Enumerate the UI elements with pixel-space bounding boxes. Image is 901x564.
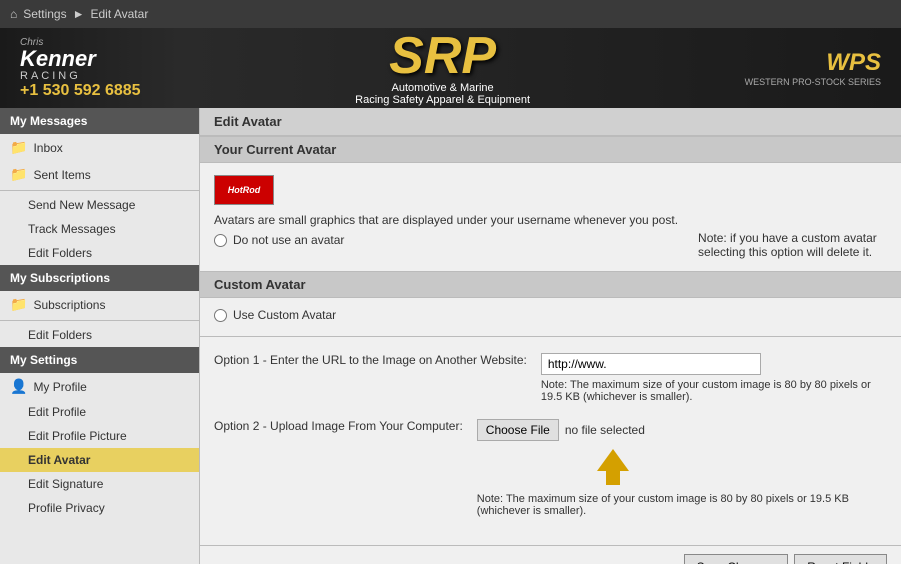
choose-file-button[interactable]: Choose File <box>477 419 559 441</box>
avatar-preview: HotRod <box>214 175 274 205</box>
banner-racing: RACING <box>20 70 81 82</box>
edit-profile-picture-label: Edit Profile Picture <box>28 429 127 443</box>
edit-avatar-crumb: Edit Avatar <box>91 7 149 21</box>
save-changes-button[interactable]: Save Changes <box>684 554 789 564</box>
wps-logo: WPS <box>826 49 881 77</box>
banner-logo-left: Chris Kenner RACING +1 530 592 6885 <box>20 37 141 100</box>
custom-avatar-body: Option 1 - Enter the URL to the Image on… <box>200 341 901 545</box>
arrow-stem <box>606 471 620 485</box>
my-settings-section: My Settings 👤 My Profile Edit Profile Ed… <box>0 347 199 520</box>
avatar-description: Avatars are small graphics that are disp… <box>214 213 678 227</box>
kenner-logo: Kenner <box>20 48 96 70</box>
srp-logo: SRP <box>355 30 530 82</box>
sidebar: My Messages 📁 Inbox 📁 Sent Items Send Ne… <box>0 108 200 564</box>
current-avatar-body: HotRod Avatars are small graphics that a… <box>200 163 901 271</box>
do-not-use-avatar-row: Do not use an avatar <box>214 233 678 247</box>
sidebar-item-inbox[interactable]: 📁 Inbox <box>0 134 199 161</box>
sidebar-item-sent[interactable]: 📁 Sent Items <box>0 161 199 188</box>
my-messages-section: My Messages 📁 Inbox 📁 Sent Items Send Ne… <box>0 108 199 265</box>
note-delete: Note: if you have a custom avatar select… <box>698 213 887 259</box>
tagline1: Automotive & Marine <box>355 82 530 94</box>
divider-hr <box>200 336 901 337</box>
arrow-indicator <box>477 441 887 489</box>
file-row: Choose File no file selected <box>477 419 887 441</box>
profile-person-icon: 👤 <box>10 378 27 395</box>
my-subscriptions-header: My Subscriptions <box>0 265 199 291</box>
my-subscriptions-section: My Subscriptions 📁 Subscriptions Edit Fo… <box>0 265 199 347</box>
home-icon[interactable]: ⌂ <box>10 7 17 21</box>
breadcrumb: ⌂ Settings ► Edit Avatar <box>10 7 148 21</box>
sidebar-item-edit-folders-subs[interactable]: Edit Folders <box>0 323 199 347</box>
sidebar-item-my-profile[interactable]: 👤 My Profile <box>0 373 199 400</box>
main-layout: My Messages 📁 Inbox 📁 Sent Items Send Ne… <box>0 108 901 564</box>
inbox-folder-icon: 📁 <box>10 139 27 156</box>
subscriptions-label: Subscriptions <box>33 298 105 312</box>
edit-signature-label: Edit Signature <box>28 477 103 491</box>
divider1 <box>0 190 199 191</box>
wps-sub: WESTERN PRO-STOCK SERIES <box>745 77 881 87</box>
top-bar: ⌂ Settings ► Edit Avatar <box>0 0 901 28</box>
sidebar-item-edit-profile-picture[interactable]: Edit Profile Picture <box>0 424 199 448</box>
sent-folder-icon: 📁 <box>10 166 27 183</box>
use-custom-avatar-radio[interactable] <box>214 309 227 322</box>
option2-control: Choose File no file selected Note: The m… <box>477 419 887 517</box>
edit-folders-msg-label: Edit Folders <box>28 246 92 260</box>
breadcrumb-sep: ► <box>73 7 85 21</box>
arrow-shape <box>597 449 629 485</box>
url-input[interactable] <box>541 353 761 375</box>
profile-privacy-label: Profile Privacy <box>28 501 105 515</box>
sidebar-item-send-new[interactable]: Send New Message <box>0 193 199 217</box>
use-custom-avatar-row: Use Custom Avatar <box>200 298 901 332</box>
my-messages-header: My Messages <box>0 108 199 134</box>
custom-avatar-title: Custom Avatar <box>200 271 901 298</box>
sidebar-item-edit-folders-msg[interactable]: Edit Folders <box>0 241 199 265</box>
my-settings-header: My Settings <box>0 347 199 373</box>
option1-note: Note: The maximum size of your custom im… <box>541 379 887 403</box>
sidebar-item-edit-profile[interactable]: Edit Profile <box>0 400 199 424</box>
option1-row: Option 1 - Enter the URL to the Image on… <box>214 353 887 403</box>
subs-folder-icon: 📁 <box>10 296 27 313</box>
inbox-label: Inbox <box>33 141 62 155</box>
edit-avatar-label: Edit Avatar <box>28 453 90 467</box>
bottom-bar: Save Changes Reset Fields <box>200 545 901 564</box>
current-avatar-title: Your Current Avatar <box>200 136 901 163</box>
track-label: Track Messages <box>28 222 116 236</box>
option2-label: Option 2 - Upload Image From Your Comput… <box>214 419 463 433</box>
sidebar-item-track[interactable]: Track Messages <box>0 217 199 241</box>
use-custom-avatar-label: Use Custom Avatar <box>233 308 336 322</box>
option1-label: Option 1 - Enter the URL to the Image on… <box>214 353 527 367</box>
sent-label: Sent Items <box>33 168 90 182</box>
send-new-label: Send New Message <box>28 198 135 212</box>
sidebar-item-profile-privacy[interactable]: Profile Privacy <box>0 496 199 520</box>
sidebar-item-subscriptions[interactable]: 📁 Subscriptions <box>0 291 199 318</box>
page-title: Edit Avatar <box>200 108 901 136</box>
banner-center: SRP Automotive & Marine Racing Safety Ap… <box>355 30 530 106</box>
no-file-text: no file selected <box>565 423 645 437</box>
sidebar-item-edit-avatar[interactable]: Edit Avatar <box>0 448 199 472</box>
edit-profile-label: Edit Profile <box>28 405 86 419</box>
banner-right: WPS WESTERN PRO-STOCK SERIES <box>745 49 881 87</box>
arrow-head <box>597 449 629 471</box>
content-area: Edit Avatar Your Current Avatar HotRod A… <box>200 108 901 564</box>
avatar-img: HotRod <box>228 185 261 195</box>
tagline2: Racing Safety Apparel & Equipment <box>355 94 530 106</box>
my-profile-label: My Profile <box>33 380 86 394</box>
banner: Chris Kenner RACING +1 530 592 6885 SRP … <box>0 28 901 108</box>
banner-phone: +1 530 592 6885 <box>20 82 141 100</box>
option2-note: Note: The maximum size of your custom im… <box>477 493 887 517</box>
reset-fields-button[interactable]: Reset Fields <box>794 554 887 564</box>
do-not-use-avatar-radio[interactable] <box>214 234 227 247</box>
edit-folders-subs-label: Edit Folders <box>28 328 92 342</box>
option2-row: Option 2 - Upload Image From Your Comput… <box>214 419 887 517</box>
option1-control: Note: The maximum size of your custom im… <box>541 353 887 403</box>
sidebar-item-edit-signature[interactable]: Edit Signature <box>0 472 199 496</box>
do-not-use-avatar-label: Do not use an avatar <box>233 233 344 247</box>
settings-crumb[interactable]: Settings <box>23 7 66 21</box>
divider2 <box>0 320 199 321</box>
